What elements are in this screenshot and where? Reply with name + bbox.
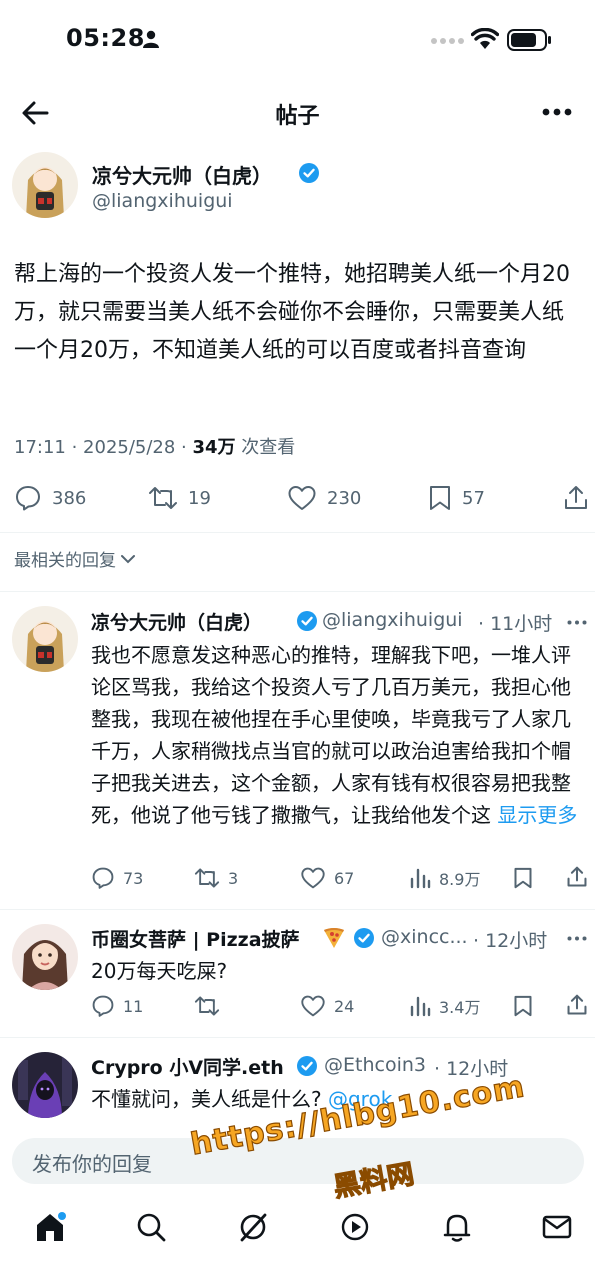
like-action[interactable]: 67: [300, 866, 354, 890]
reply-time: · 12小时: [473, 930, 548, 952]
like-count: 230: [327, 487, 362, 509]
reply-author-name[interactable]: Crypro 小V同学.eth: [91, 1053, 284, 1080]
share-icon: [565, 486, 587, 509]
like-action[interactable]: 24: [300, 994, 354, 1018]
views-count: 3.4万: [439, 998, 481, 1017]
reply-text: 我也不愿意发这种恶心的推特，理解我下吧，一堆人评论区骂我，我给这个投资人亏了几百…: [91, 639, 587, 831]
reply-action[interactable]: 11: [91, 994, 143, 1018]
reply-text-content: 我也不愿意发这种恶心的推特，理解我下吧，一堆人评论区骂我，我给这个投资人亏了几百…: [91, 643, 571, 827]
page-title: 帖子: [275, 104, 320, 129]
reply-action[interactable]: 386: [14, 484, 86, 512]
reply-action[interactable]: 73: [91, 866, 143, 890]
bookmark-icon: [430, 486, 450, 510]
views-chart-icon: [410, 996, 431, 1017]
views-count: 8.9万: [439, 870, 481, 889]
reply-author-handle[interactable]: @xincc...: [381, 926, 468, 948]
search-icon: [137, 1213, 166, 1242]
reply-time: · 11小时: [478, 613, 553, 635]
more-options-icon[interactable]: [542, 108, 572, 116]
like-action[interactable]: 230: [287, 484, 361, 512]
post-meta: 17:11 · 2025/5/28 · 34万 次查看: [14, 433, 295, 459]
reply-more-icon[interactable]: [567, 936, 587, 941]
wifi-icon: [471, 28, 499, 50]
heart-icon: [288, 486, 316, 510]
divider: [0, 909, 595, 910]
nav-grok[interactable]: [236, 1210, 270, 1244]
post-timestamp: 17:11 · 2025/5/28 ·: [14, 437, 193, 458]
reply-avatar[interactable]: [12, 606, 78, 672]
reply-count: 73: [123, 868, 144, 888]
author-name[interactable]: 凉兮大元帅（白虎）: [92, 160, 272, 189]
repost-icon: [194, 996, 220, 1016]
reply-icon: [92, 995, 114, 1017]
grok-icon: [240, 1213, 267, 1242]
reply-author-name[interactable]: 凉兮大元帅（白虎）: [91, 608, 262, 635]
verified-badge-icon: [353, 927, 375, 949]
nav-notifications[interactable]: [440, 1210, 474, 1244]
reply-author-handle[interactable]: @liangxihuigui: [322, 609, 463, 631]
divider: [0, 1037, 595, 1038]
verified-badge-icon: [296, 610, 318, 632]
repost-count: 19: [188, 487, 211, 509]
reply-author-handle[interactable]: @Ethcoin3: [324, 1054, 426, 1076]
reply-text-content: 不懂就问，美人纸是什么?: [91, 1087, 328, 1111]
show-more-link[interactable]: 显示更多: [497, 803, 577, 827]
reply-count: 386: [52, 487, 87, 509]
divider: [0, 591, 595, 592]
reply-more-icon[interactable]: [567, 620, 587, 625]
bookmark-icon[interactable]: [513, 866, 533, 890]
views-action[interactable]: 3.4万: [409, 994, 480, 1018]
view-label: 次查看: [235, 437, 296, 458]
chevron-down-icon: [121, 554, 135, 563]
reply-text: 20万每天吃屎?: [91, 959, 228, 983]
share-action[interactable]: [563, 484, 589, 512]
notifications-icon: [443, 1214, 471, 1242]
repost-icon: [194, 868, 220, 888]
verified-badge-icon: [296, 1055, 318, 1077]
nav-search[interactable]: [134, 1210, 168, 1244]
signal-dots-icon: [430, 37, 464, 45]
home-icon: [37, 1212, 66, 1241]
reply-icon: [92, 867, 114, 889]
reply-avatar[interactable]: [12, 1052, 78, 1118]
share-icon[interactable]: [566, 993, 588, 1017]
heart-icon: [301, 995, 325, 1017]
status-time: 05:28: [66, 24, 145, 52]
reply-avatar[interactable]: [12, 924, 78, 990]
nav-spaces[interactable]: [338, 1210, 372, 1244]
bookmark-action[interactable]: 57: [428, 484, 485, 512]
reply-count: 11: [123, 996, 144, 1016]
pizza-emoji-icon: [322, 925, 346, 949]
reply-sort-dropdown[interactable]: 最相关的回复: [14, 546, 136, 571]
repost-action[interactable]: 3: [194, 866, 238, 890]
author-avatar[interactable]: [12, 152, 78, 218]
divider: [0, 532, 595, 533]
heart-icon: [301, 867, 325, 889]
repost-icon: [149, 487, 177, 509]
author-handle[interactable]: @liangxihuigui: [92, 190, 233, 212]
messages-icon: [542, 1215, 572, 1239]
bookmark-icon[interactable]: [513, 994, 533, 1018]
reply-composer-placeholder: 发布你的回复: [32, 1152, 152, 1176]
repost-count: 3: [228, 868, 239, 888]
repost-action[interactable]: [194, 994, 228, 1018]
verified-badge-icon: [298, 162, 320, 184]
reply-sort-label: 最相关的回复: [14, 551, 116, 571]
reply-author-name[interactable]: 币圈女菩萨 | Pizza披萨: [91, 925, 300, 952]
reply-icon: [16, 486, 40, 511]
view-count: 34万: [192, 437, 236, 458]
views-action[interactable]: 8.9万: [409, 866, 480, 890]
nav-messages[interactable]: [540, 1210, 574, 1244]
share-icon[interactable]: [566, 865, 588, 889]
battery-icon: [507, 29, 553, 51]
bookmark-count: 57: [462, 487, 485, 509]
like-count: 67: [334, 868, 355, 888]
like-count: 24: [334, 996, 355, 1016]
nav-home[interactable]: [33, 1210, 67, 1244]
views-chart-icon: [410, 868, 431, 889]
person-icon: [143, 30, 159, 48]
repost-action[interactable]: 19: [148, 484, 211, 512]
spaces-icon: [341, 1213, 369, 1241]
post-text: 帮上海的一个投资人发一个推特，她招聘美人纸一个月20万，就只需要当美人纸不会碰你…: [14, 262, 570, 363]
